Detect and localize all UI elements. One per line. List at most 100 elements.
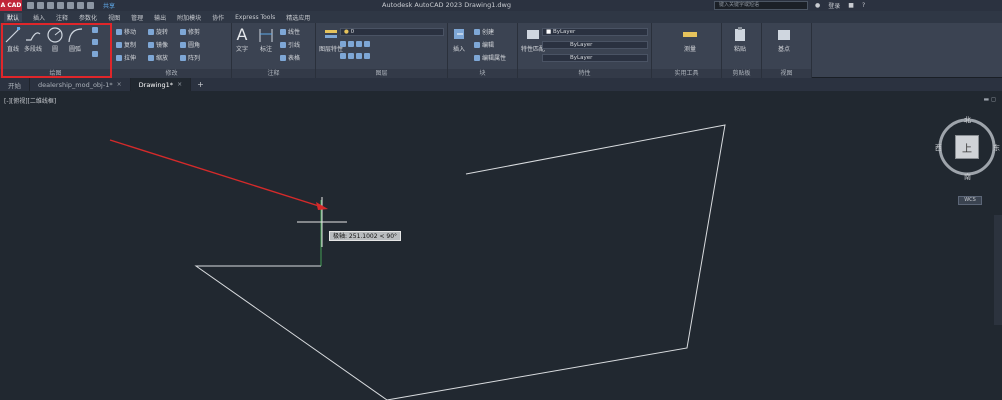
layers-panel-title[interactable]: 图层 — [316, 69, 447, 78]
lineweight-dropdown[interactable]: ByLayer — [542, 54, 648, 62]
stretch-label: 拉伸 — [124, 55, 137, 62]
tab-output[interactable]: 输出 — [154, 13, 166, 22]
user-icon[interactable]: ● — [815, 2, 820, 9]
layer-tools-row-2[interactable] — [340, 53, 370, 59]
create-block-tool[interactable]: 创建 — [474, 27, 494, 36]
trim-label: 修剪 — [188, 29, 201, 36]
south-label[interactable]: 南 — [964, 172, 971, 182]
file-tab-drawing1[interactable]: Drawing1* × — [130, 78, 192, 91]
table-icon — [280, 54, 286, 61]
tab-parametric[interactable]: 参数化 — [79, 13, 97, 22]
text-icon: A — [236, 25, 248, 44]
scale-tool[interactable]: 缩放 — [148, 53, 168, 62]
view-panel: 基点 视图 — [762, 23, 812, 78]
viewport-controls[interactable]: [-][俯视][二维线框] — [4, 96, 56, 105]
modify-panel-title[interactable]: 修改 — [112, 69, 231, 78]
layer-isolate-icon — [348, 41, 354, 47]
help-icon[interactable]: ? — [862, 2, 865, 9]
layer-lock-icon — [364, 41, 370, 47]
paste-tool[interactable]: 粘贴 — [732, 26, 748, 53]
move-tool[interactable]: 移动 — [116, 27, 136, 36]
insert-block-tool[interactable]: 插入 — [451, 26, 467, 53]
cart-icon[interactable]: ■ — [848, 2, 854, 9]
paste-label: 粘贴 — [733, 46, 746, 53]
file-tab-start[interactable]: 开始 — [0, 78, 30, 91]
fillet-tool[interactable]: 圆角 — [180, 40, 200, 49]
viewport-window-controls[interactable]: ▬ ◻ — [983, 96, 996, 103]
tab-collaborate[interactable]: 协作 — [212, 13, 224, 22]
block-panel: 插入 创建 编辑 编辑属性 块 — [448, 23, 518, 78]
base-view-tool[interactable]: 基点 — [776, 26, 792, 53]
move-label: 移动 — [124, 29, 137, 36]
tab-insert[interactable]: 插入 — [33, 13, 45, 22]
tab-view[interactable]: 视图 — [108, 13, 120, 22]
save-as-icon[interactable] — [57, 2, 64, 9]
block-panel-title[interactable]: 块 — [448, 69, 517, 78]
polyline-geometry[interactable] — [386, 124, 726, 400]
rotate-tool[interactable]: 旋转 — [148, 27, 168, 36]
text-label: 文字 — [236, 46, 249, 53]
dimension-icon — [259, 29, 273, 42]
close-icon[interactable]: × — [177, 81, 182, 88]
array-tool[interactable]: 阵列 — [180, 53, 200, 62]
new-tab-button[interactable]: + — [191, 80, 210, 89]
navigation-bar[interactable] — [994, 215, 1002, 325]
redo-icon[interactable] — [87, 2, 94, 9]
tab-default[interactable]: 默认 — [4, 12, 23, 22]
clipboard-panel-title[interactable]: 剪贴板 — [722, 69, 761, 78]
copy-tool[interactable]: 复制 — [116, 40, 136, 49]
ribbon: 直线 多段线 圆 圆弧 绘图 移动 旋转 修剪 复制 镜像 圆角 拉伸 缩放 阵… — [0, 23, 1002, 78]
linetype-dropdown[interactable]: ByLayer — [542, 41, 648, 49]
undo-icon[interactable] — [77, 2, 84, 9]
layer-dropdown[interactable]: ● 0 — [340, 28, 444, 36]
layers-panel: 图层特性 ● 0 图层 — [316, 23, 448, 78]
table-tool[interactable]: 表格 — [280, 53, 300, 62]
leader-icon — [280, 41, 286, 48]
tab-addins[interactable]: 附加模块 — [177, 13, 201, 22]
linear-dim-tool[interactable]: 线性 — [280, 27, 300, 36]
tab-annotate[interactable]: 注释 — [56, 13, 68, 22]
viewcube-top-face[interactable]: 上 — [955, 135, 979, 159]
east-label[interactable]: 东 — [993, 143, 1000, 153]
dimension-label: 标注 — [259, 46, 272, 53]
dimension-tool[interactable]: 标注 — [258, 26, 274, 53]
color-dropdown[interactable]: ■ ByLayer — [542, 28, 648, 36]
match-properties-icon — [527, 30, 539, 39]
wcs-menu[interactable]: WCS — [958, 196, 982, 205]
layer-tools-row-1[interactable] — [340, 41, 370, 47]
close-icon[interactable]: × — [117, 81, 122, 88]
file-tab-dealership[interactable]: dealership_mod_obj-1* × — [30, 78, 131, 91]
plot-icon[interactable] — [67, 2, 74, 9]
stretch-tool[interactable]: 拉伸 — [116, 53, 136, 62]
view-panel-title[interactable]: 视图 — [762, 69, 811, 78]
open-file-icon[interactable] — [37, 2, 44, 9]
properties-panel-title[interactable]: 特性 — [518, 69, 651, 78]
polyline-in-progress[interactable] — [194, 265, 388, 400]
drawing-canvas[interactable] — [0, 91, 1002, 400]
search-input[interactable]: 键入关键字或短语 — [714, 1, 808, 10]
tab-manage[interactable]: 管理 — [131, 13, 143, 22]
leader-tool[interactable]: 引线 — [280, 40, 300, 49]
utilities-panel-title[interactable]: 实用工具 — [652, 69, 721, 78]
fillet-icon — [180, 41, 186, 48]
edit-attributes-label: 编辑属性 — [482, 55, 507, 62]
west-label[interactable]: 西 — [935, 143, 942, 153]
edit-block-tool[interactable]: 编辑 — [474, 40, 494, 49]
text-tool[interactable]: A 文字 — [236, 25, 249, 54]
viewcube[interactable]: 北 西 东 南 上 — [935, 115, 1000, 185]
north-label[interactable]: 北 — [964, 115, 971, 125]
sign-in-label[interactable]: 登录 — [828, 1, 840, 10]
application-menu-button[interactable]: A CAD — [0, 0, 22, 11]
trim-tool[interactable]: 修剪 — [180, 27, 200, 36]
mirror-tool[interactable]: 镜像 — [148, 40, 168, 49]
save-icon[interactable] — [47, 2, 54, 9]
tab-featured-apps[interactable]: 精选应用 — [286, 13, 310, 22]
new-file-icon[interactable] — [27, 2, 34, 9]
edit-attributes-tool[interactable]: 编辑属性 — [474, 53, 506, 62]
measure-tool[interactable]: 测量 — [682, 26, 698, 53]
share-button[interactable]: 共享 — [103, 1, 115, 10]
lineweight-value: ByLayer — [570, 55, 593, 61]
tab-express-tools[interactable]: Express Tools — [235, 14, 275, 21]
annotation-panel-title[interactable]: 注释 — [232, 69, 315, 78]
layer-match-icon — [348, 53, 354, 59]
